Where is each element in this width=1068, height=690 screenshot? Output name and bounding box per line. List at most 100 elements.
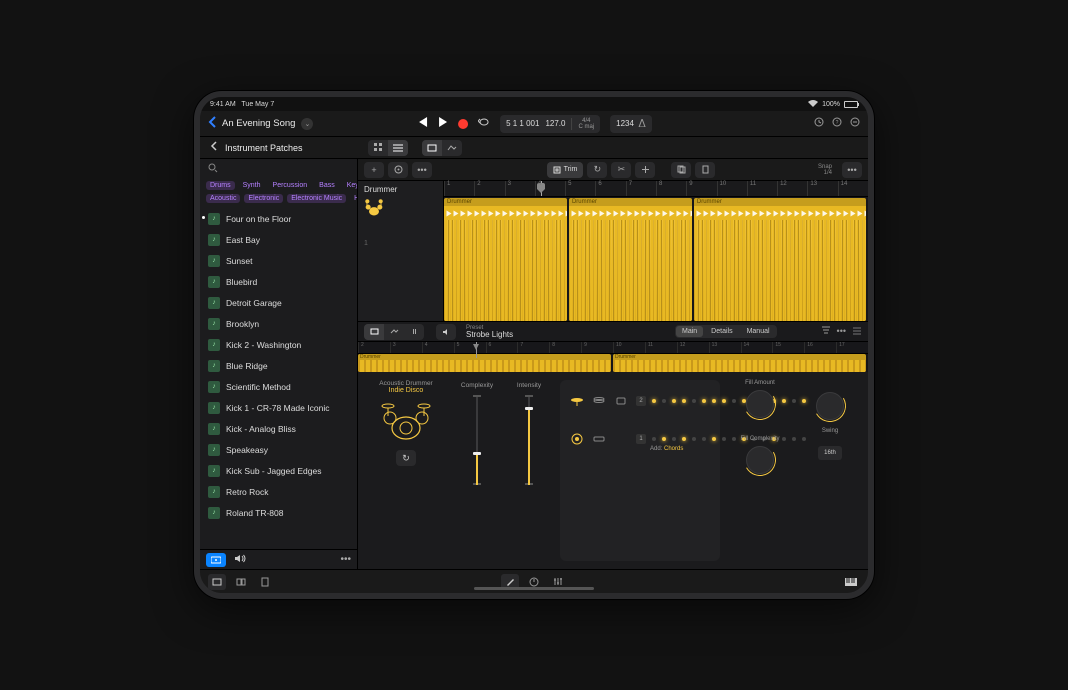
tag-synth[interactable]: Synth bbox=[239, 181, 265, 190]
tag-electronic[interactable]: Electronic bbox=[244, 194, 283, 203]
paste-tool-button[interactable] bbox=[695, 162, 715, 178]
drummer-region-1[interactable]: Drummer bbox=[444, 198, 567, 321]
tab-main[interactable]: Main bbox=[676, 326, 703, 337]
track-filter-button[interactable] bbox=[388, 162, 408, 178]
patch-item[interactable]: ♪Sunset bbox=[200, 250, 357, 271]
song-title[interactable]: An Evening Song bbox=[222, 118, 295, 129]
cymbal-icon[interactable] bbox=[570, 394, 584, 408]
editor-region-lane[interactable]: Drummer Drummer bbox=[358, 354, 868, 372]
fill-complexity-knob[interactable] bbox=[746, 446, 774, 474]
mute-button[interactable] bbox=[436, 324, 456, 340]
editor-playhead[interactable] bbox=[476, 342, 477, 358]
help-icon[interactable]: ? bbox=[832, 117, 842, 130]
rewind-button[interactable] bbox=[416, 117, 428, 130]
song-menu-chevron-icon[interactable]: ⌄ bbox=[301, 118, 313, 130]
keyboard-button[interactable] bbox=[842, 574, 860, 590]
automation-view-button[interactable] bbox=[442, 140, 462, 156]
swing-knob[interactable] bbox=[816, 392, 844, 420]
library-chip-button[interactable] bbox=[206, 553, 226, 567]
patch-item[interactable]: ♪Detroit Garage bbox=[200, 292, 357, 313]
tag-percussion[interactable]: Percussion bbox=[269, 181, 312, 190]
patch-item[interactable]: ♪Blue Ridge bbox=[200, 355, 357, 376]
editor-region-button[interactable] bbox=[364, 324, 384, 340]
lcd-display[interactable]: 5 1 1 001 127.0 4/4 C maj bbox=[500, 115, 600, 133]
patch-item[interactable]: ♪Roland TR-808 bbox=[200, 502, 357, 523]
snap-indicator[interactable]: Snap 1/4 bbox=[818, 164, 832, 176]
patch-item[interactable]: ♪Kick Sub - Jagged Edges bbox=[200, 460, 357, 481]
tom-icon[interactable] bbox=[614, 394, 628, 408]
editor-ruler[interactable]: 234567891011121314151617 bbox=[358, 342, 868, 354]
scissors-tool-button[interactable]: ✂ bbox=[611, 162, 631, 178]
history-icon[interactable] bbox=[814, 117, 824, 130]
region-lane[interactable]: Drummer Drummer Drummer bbox=[444, 197, 868, 321]
patch-item[interactable]: ♪East Bay bbox=[200, 229, 357, 250]
beat-counter[interactable]: 1234 bbox=[610, 115, 652, 133]
home-indicator[interactable] bbox=[474, 587, 594, 590]
timeline-ruler[interactable]: 1234567891011121314 bbox=[444, 181, 868, 197]
patch-name: East Bay bbox=[226, 235, 260, 245]
editor-region-1[interactable]: Drummer bbox=[358, 354, 611, 372]
hihat-icon[interactable] bbox=[592, 394, 606, 408]
kick-icon[interactable] bbox=[570, 432, 584, 446]
patch-item[interactable]: ♪Brooklyn bbox=[200, 313, 357, 334]
complexity-slider[interactable] bbox=[476, 395, 478, 485]
drummer-region-3[interactable]: Drummer bbox=[694, 198, 866, 321]
snare-icon[interactable] bbox=[592, 432, 606, 446]
patch-item[interactable]: ♪Speakeasy bbox=[200, 439, 357, 460]
tab-manual[interactable]: Manual bbox=[741, 326, 776, 337]
tag-acoustic[interactable]: Acoustic bbox=[206, 194, 240, 203]
track-header[interactable]: Drummer 1 bbox=[358, 181, 444, 321]
browser-button[interactable] bbox=[232, 574, 250, 590]
record-button[interactable] bbox=[458, 119, 468, 129]
grid-view-button[interactable] bbox=[368, 140, 388, 156]
regenerate-button[interactable]: ↻ bbox=[396, 450, 416, 466]
volume-icon[interactable] bbox=[234, 554, 246, 565]
sidebar-more-button[interactable]: ••• bbox=[340, 554, 351, 565]
editor-step-button[interactable] bbox=[404, 324, 424, 340]
join-tool-button[interactable] bbox=[635, 162, 655, 178]
list-view-button[interactable] bbox=[388, 140, 408, 156]
editor-settings-icon[interactable] bbox=[852, 326, 862, 337]
tag-keyboard[interactable]: Keyboard bbox=[343, 181, 357, 190]
clipboard-tool-button[interactable] bbox=[671, 162, 691, 178]
loop-tool-button[interactable]: ↻ bbox=[587, 162, 607, 178]
drummer-region-2[interactable]: Drummer bbox=[569, 198, 692, 321]
intensity-slider[interactable] bbox=[528, 395, 530, 485]
tab-details[interactable]: Details bbox=[705, 326, 738, 337]
tag-drums[interactable]: Drums bbox=[206, 181, 235, 190]
editor-more-icon[interactable]: ••• bbox=[837, 326, 846, 337]
drummer-name[interactable]: Indie Disco bbox=[389, 387, 424, 394]
editor-automation-button[interactable] bbox=[384, 324, 404, 340]
trim-tool-button[interactable]: Trim bbox=[547, 162, 584, 178]
svg-text:?: ? bbox=[836, 120, 839, 126]
sidebar-back-button[interactable] bbox=[210, 141, 217, 154]
track-more-button[interactable]: ••• bbox=[412, 162, 432, 178]
inspector-button[interactable] bbox=[256, 574, 274, 590]
cycle-button[interactable] bbox=[478, 117, 490, 130]
library-button[interactable] bbox=[208, 574, 226, 590]
add-track-button[interactable]: + bbox=[364, 162, 384, 178]
sixteenth-chip[interactable]: 16th bbox=[818, 446, 842, 460]
preset-name[interactable]: Strobe Lights bbox=[466, 331, 513, 339]
patch-item[interactable]: ♪Kick 2 - Washington bbox=[200, 334, 357, 355]
settings-icon[interactable] bbox=[850, 117, 860, 130]
patch-item[interactable]: ♪Four on the Floor bbox=[200, 208, 357, 229]
toolbar-more-button[interactable]: ••• bbox=[842, 162, 862, 178]
tag-electronic-music[interactable]: Electronic Music bbox=[287, 194, 346, 203]
patch-item[interactable]: ♪Retro Rock bbox=[200, 481, 357, 502]
region-view-button[interactable] bbox=[422, 140, 442, 156]
drummer-kit-icon[interactable] bbox=[378, 398, 434, 442]
fill-amount-knob[interactable] bbox=[746, 390, 774, 418]
editor-region-2[interactable]: Drummer bbox=[613, 354, 866, 372]
patch-list[interactable]: ♪Four on the Floor♪East Bay♪Sunset♪Blueb… bbox=[200, 208, 357, 549]
patch-item[interactable]: ♪Kick 1 - CR-78 Made Iconic bbox=[200, 397, 357, 418]
editor-filter-icon[interactable] bbox=[821, 326, 831, 337]
tag-hiphop[interactable]: Hip H bbox=[350, 194, 357, 203]
search-icon[interactable] bbox=[208, 163, 218, 175]
patch-item[interactable]: ♪Kick - Analog Bliss bbox=[200, 418, 357, 439]
play-button[interactable] bbox=[438, 117, 448, 130]
back-button[interactable] bbox=[208, 116, 216, 131]
patch-item[interactable]: ♪Scientific Method bbox=[200, 376, 357, 397]
tag-bass[interactable]: Bass bbox=[315, 181, 339, 190]
patch-item[interactable]: ♪Bluebird bbox=[200, 271, 357, 292]
